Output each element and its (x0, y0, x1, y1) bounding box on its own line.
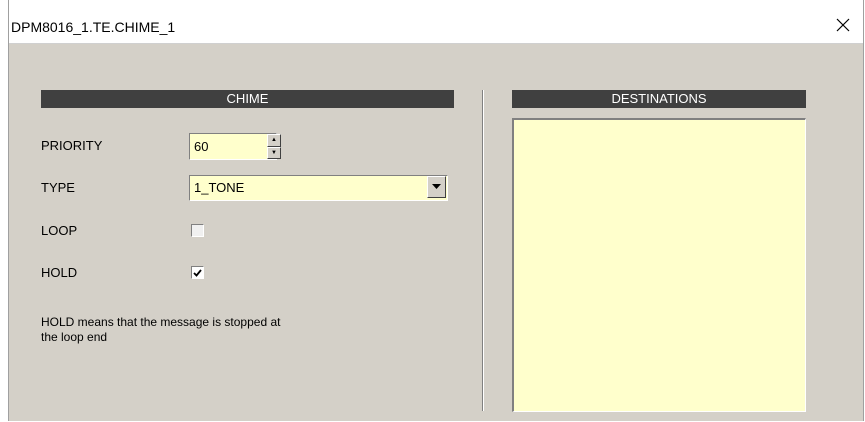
type-select[interactable]: 1_TONE (189, 175, 448, 201)
spin-down-icon: ▼ (271, 149, 277, 156)
vertical-divider (482, 90, 484, 411)
dialog-window: DPM8016_1.TE.CHIME_1 CHIME PRIORITY 60 ▲… (8, 0, 864, 421)
chime-section-header: CHIME (41, 90, 454, 108)
hold-note: HOLD means that the message is stopped a… (41, 315, 281, 344)
chevron-down-icon (432, 184, 441, 189)
destinations-list[interactable] (512, 118, 806, 412)
priority-label: PRIORITY (41, 138, 103, 153)
spin-up-icon: ▲ (271, 137, 277, 144)
dialog-client-area: CHIME PRIORITY 60 ▲ ▼ TYPE 1_TONE LOOP H… (9, 44, 863, 421)
destinations-section-header: DESTINATIONS (512, 90, 806, 108)
spin-down-button[interactable]: ▼ (267, 146, 281, 159)
loop-label: LOOP (41, 223, 78, 238)
spin-up-button[interactable]: ▲ (267, 134, 281, 147)
loop-checkbox[interactable] (191, 224, 204, 237)
checkmark-icon (193, 268, 202, 277)
priority-field[interactable]: 60 (189, 133, 277, 160)
type-label: TYPE (41, 180, 75, 195)
close-icon (836, 18, 850, 32)
priority-spinner: ▲ ▼ (267, 134, 281, 159)
hold-checkbox[interactable] (191, 266, 204, 279)
hold-label: HOLD (41, 265, 78, 280)
close-button[interactable] (823, 8, 863, 42)
title-bar[interactable]: DPM8016_1.TE.CHIME_1 (9, 0, 863, 44)
window-title: DPM8016_1.TE.CHIME_1 (11, 19, 176, 35)
type-dropdown-button[interactable] (427, 176, 446, 198)
